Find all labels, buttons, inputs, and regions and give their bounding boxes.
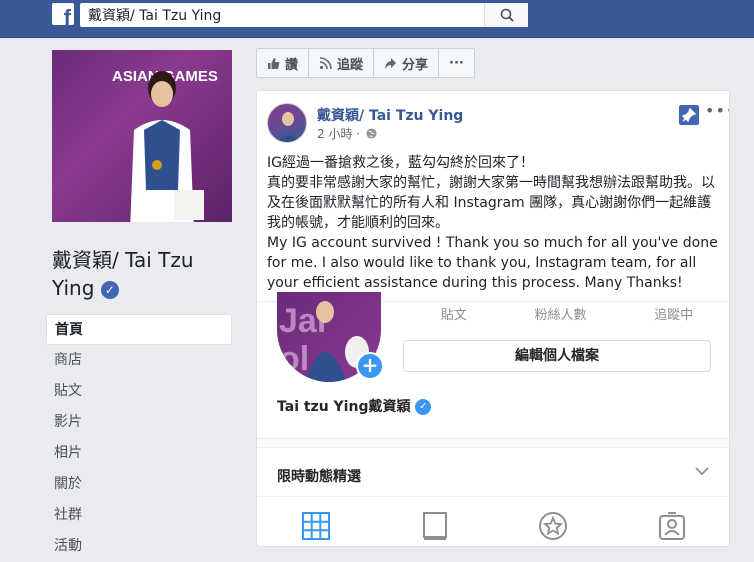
page-nav: 首頁 商店 貼文 影片 相片 關於 社群 活動 (46, 314, 232, 562)
search-icon (500, 8, 514, 22)
nav-item-posts[interactable]: 貼文 (46, 376, 232, 407)
profile-picture[interactable]: ASIAN GAMES (52, 50, 232, 222)
chevron-down-icon (695, 467, 709, 476)
post-text-en: My IG account survived ! Thank you so mu… (267, 235, 718, 291)
story-highlights-label: 限時動態精選 (277, 469, 361, 485)
divider (257, 438, 729, 448)
post-text-zh-line2: 真的要非常感謝大家的幫忙，謝謝大家第一時間幫我想辦法跟幫助我。以及在後面默默幫忙… (267, 175, 715, 231)
share-button[interactable]: 分享 (373, 48, 440, 78)
nav-item-community[interactable]: 社群 (46, 500, 232, 531)
instagram-screenshot-image[interactable]: Jal ol + 貼文 粉絲人數 追蹤中 編輯個人檔案 Tai tzu Ying… (257, 292, 729, 546)
post-body: IG經過一番搶救之後，藍勾勾終於回來了！ 真的要非常感謝大家的幫忙，謝謝大家第一… (267, 153, 725, 293)
feed-icon (422, 512, 447, 540)
pin-icon[interactable] (679, 105, 699, 125)
add-story-plus-icon: + (356, 352, 384, 380)
author-avatar[interactable] (267, 103, 307, 143)
nav-item-home[interactable]: 首頁 (46, 314, 232, 345)
share-arrow-icon (385, 57, 397, 69)
globe-icon (366, 128, 377, 139)
follow-button[interactable]: 追蹤 (308, 48, 375, 78)
nav-item-about[interactable]: 關於 (46, 469, 232, 500)
post-menu-icon[interactable]: ••• (705, 101, 729, 120)
search-bar[interactable]: 戴資穎/ Tai Tzu Ying (80, 3, 528, 27)
instagram-verified-icon: ✓ (415, 399, 432, 415)
nav-item-videos[interactable]: 影片 (46, 407, 232, 438)
verified-badge-icon: ✓ (100, 280, 119, 299)
nav-item-photos[interactable]: 相片 (46, 438, 232, 469)
post-timestamp[interactable]: 2 小時 · (317, 125, 377, 142)
instagram-tab-bar (257, 496, 729, 546)
page-title: 戴資穎/ Tai Tzu Ying ✓ (52, 248, 194, 300)
more-options-button[interactable]: ··· (438, 48, 475, 78)
search-button[interactable] (484, 3, 528, 27)
stat-followers-label: 粉絲人數 (534, 308, 587, 323)
post-text-zh-line1: IG經過一番搶救之後，藍勾勾終於回來了！ (267, 155, 534, 171)
pinned-post: 戴資穎/ Tai Tzu Ying 2 小時 · ••• IG經過一番搶救之後，… (256, 90, 730, 547)
stat-following-label: 追蹤中 (654, 308, 694, 323)
stat-posts-label: 貼文 (440, 308, 467, 323)
star-icon (539, 512, 568, 540)
tagged-icon (658, 512, 685, 540)
svg-text:ol: ol (279, 340, 309, 378)
grid-icon (302, 512, 331, 540)
edit-profile-button: 編輯個人檔案 (403, 340, 711, 372)
instagram-stats: 貼文 粉絲人數 追蹤中 (407, 304, 727, 323)
thumbs-up-icon (268, 57, 280, 69)
athlete-photo (130, 71, 204, 222)
avatar-photo (277, 112, 299, 142)
nav-item-shop[interactable]: 商店 (46, 345, 232, 376)
page-action-bar: 讚 追蹤 分享 ··· (256, 48, 475, 78)
rss-icon (319, 56, 332, 69)
post-author-link[interactable]: 戴資穎/ Tai Tzu Ying (317, 105, 463, 125)
left-column: ASIAN GAMES 戴資穎/ Tai Tzu Ying ✓ 首頁 商店 貼文… (0, 38, 240, 554)
facebook-logo[interactable]: f (52, 3, 74, 29)
search-input[interactable]: 戴資穎/ Tai Tzu Ying (80, 5, 484, 25)
instagram-username: Tai tzu Ying戴資穎 ✓ (277, 396, 432, 416)
like-button[interactable]: 讚 (256, 48, 310, 78)
top-bar: f 戴資穎/ Tai Tzu Ying (0, 0, 754, 38)
